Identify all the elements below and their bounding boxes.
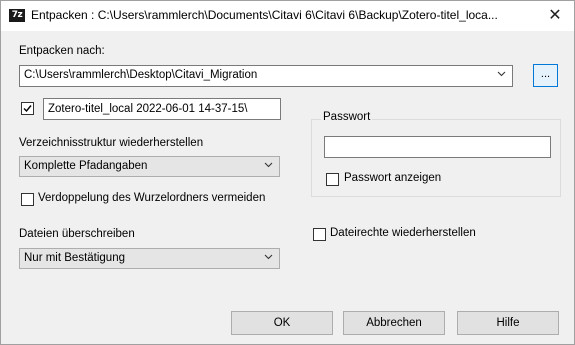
avoid-duplication-label: Verdoppelung des Wurzelordners vermeiden (38, 192, 266, 204)
extract-path-value: C:\Users\rammlerch\Desktop\Citavi_Migrat… (24, 69, 258, 81)
close-button[interactable]: ✕ (541, 4, 569, 26)
ok-button[interactable]: OK (231, 311, 333, 335)
directory-structure-label: Verzeichnisstruktur wiederherstellen (19, 137, 204, 149)
overwrite-select[interactable]: Nur mit Bestätigung (19, 248, 280, 269)
cancel-button[interactable]: Abbrechen (343, 311, 445, 335)
restore-permissions-checkbox[interactable] (313, 228, 326, 241)
ok-button-label: OK (273, 317, 291, 329)
window-title: Entpacken : C:\Users\rammlerch\Documents… (31, 8, 498, 22)
show-password-label: Passwort anzeigen (344, 172, 442, 184)
directory-structure-value: Komplette Pfadangaben (24, 160, 148, 172)
help-button-label: Hilfe (496, 317, 520, 329)
extract-dialog: 7z Entpacken : C:\Users\rammlerch\Docume… (0, 0, 575, 345)
cancel-button-label: Abbrechen (366, 317, 422, 329)
browse-button[interactable]: ... (533, 64, 558, 87)
extract-to-label: Entpacken nach: (19, 45, 105, 57)
title-bar[interactable]: 7z Entpacken : C:\Users\rammlerch\Docume… (1, 1, 574, 31)
checkmark-icon (23, 105, 32, 113)
show-password-checkbox[interactable] (326, 173, 339, 186)
directory-structure-select[interactable]: Komplette Pfadangaben (19, 156, 280, 177)
chevron-down-icon (264, 162, 273, 168)
password-group-label: Passwort (321, 111, 373, 123)
password-group (311, 119, 561, 197)
help-button[interactable]: Hilfe (457, 311, 559, 335)
extract-path-combo[interactable]: C:\Users\rammlerch\Desktop\Citavi_Migrat… (19, 65, 513, 87)
chevron-down-icon (264, 254, 273, 260)
restore-permissions-label: Dateirechte wiederherstellen (330, 227, 476, 239)
password-input[interactable] (324, 136, 551, 158)
chevron-down-icon[interactable] (497, 69, 506, 78)
overwrite-label: Dateien überschreiben (19, 228, 135, 240)
overwrite-value: Nur mit Bestätigung (24, 252, 125, 264)
subfolder-field[interactable]: Zotero-titel_local 2022-06-01 14-37-15\ (43, 98, 281, 120)
subfolder-value: Zotero-titel_local 2022-06-01 14-37-15\ (48, 103, 248, 115)
7zip-app-icon: 7z (9, 9, 25, 22)
avoid-duplication-checkbox[interactable] (21, 193, 34, 206)
subfolder-checkbox[interactable] (21, 102, 34, 115)
